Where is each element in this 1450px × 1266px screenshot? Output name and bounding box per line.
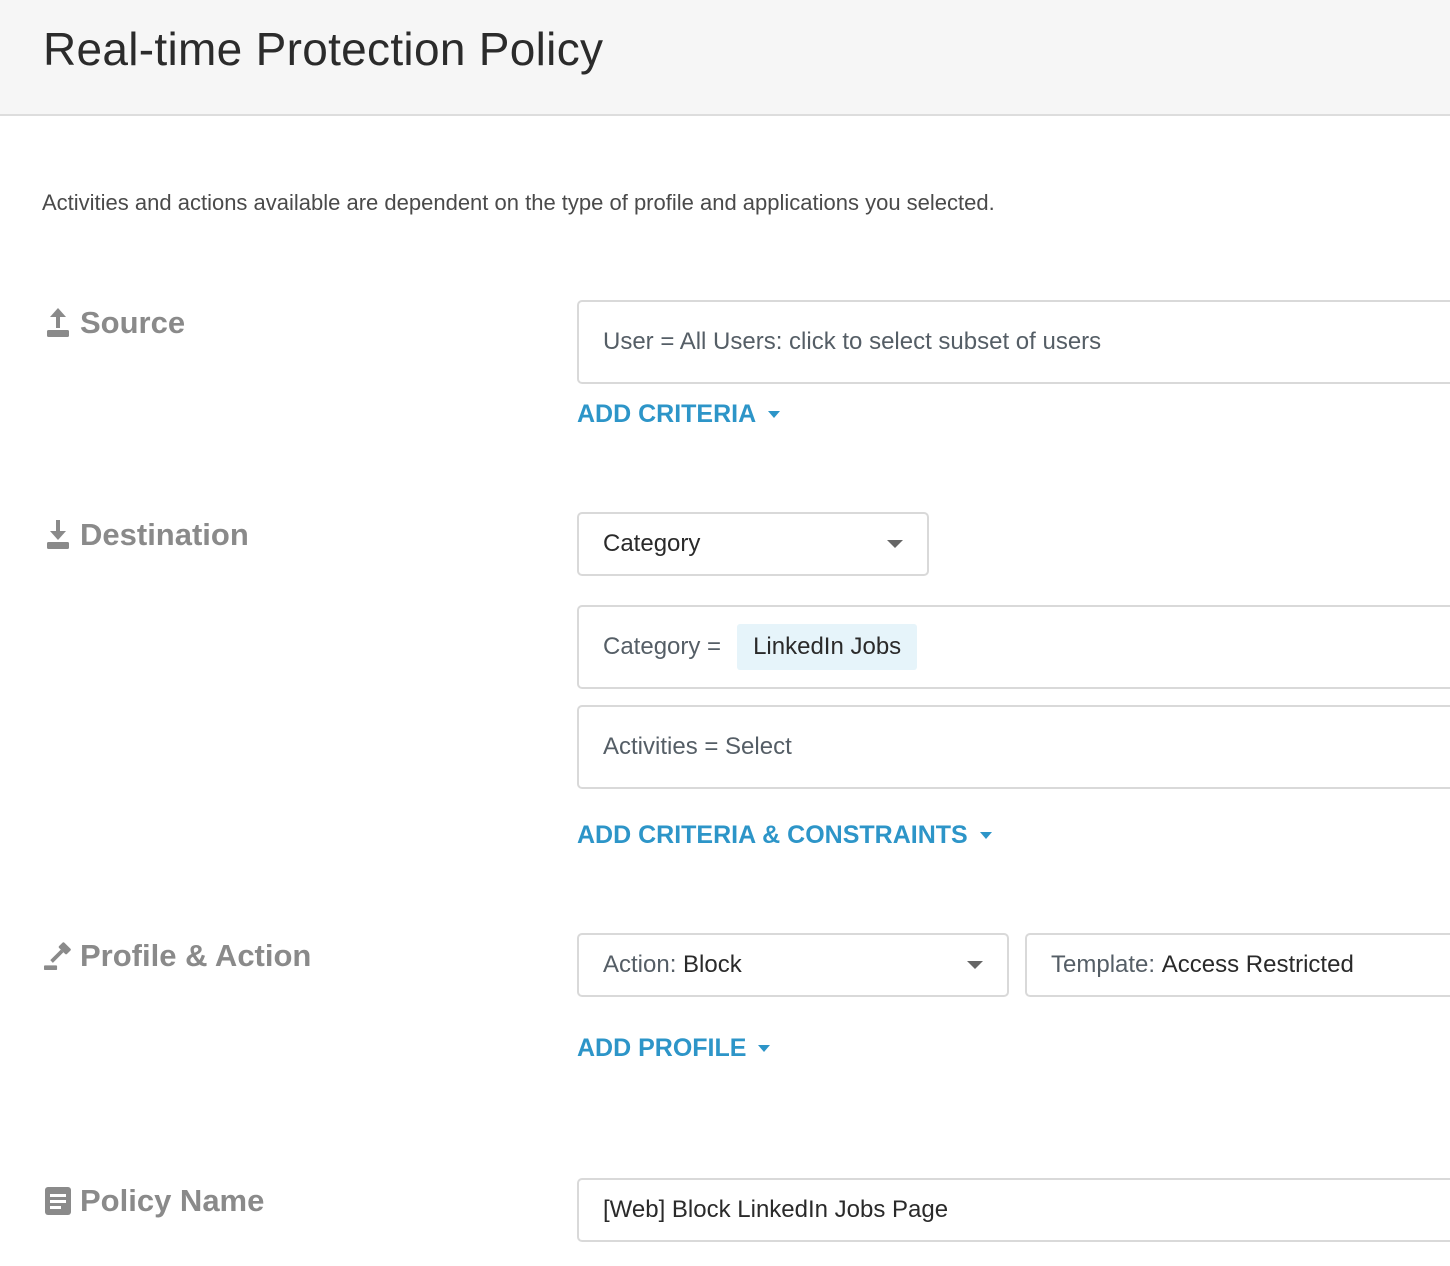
- add-criteria-constraints-label: ADD CRITERIA & CONSTRAINTS: [577, 821, 968, 849]
- category-prefix: Category =: [603, 633, 722, 660]
- add-profile-label: ADD PROFILE: [577, 1034, 747, 1062]
- destination-label-text: Destination: [80, 517, 249, 552]
- page-header: Real-time Protection Policy: [0, 0, 1450, 116]
- template-select[interactable]: Template: Access Restricted: [1025, 933, 1450, 997]
- user-selector-text: User = All Users: click to select subset…: [603, 328, 1102, 355]
- chevron-down-icon: [967, 961, 983, 969]
- source-label-text: Source: [80, 305, 186, 340]
- chevron-down-icon: [887, 540, 903, 548]
- template-prefix: Template:: [1051, 951, 1156, 978]
- gavel-icon: [44, 940, 72, 972]
- destination-label: Destination: [44, 517, 249, 553]
- profile-action-label-text: Profile & Action: [80, 938, 312, 973]
- upload-icon: [44, 307, 72, 339]
- caret-down-icon: [979, 832, 992, 839]
- activities-text: Activities = Select: [603, 733, 792, 760]
- user-selector-field[interactable]: User = All Users: click to select subset…: [577, 300, 1450, 384]
- activities-field[interactable]: Activities = Select: [577, 705, 1450, 789]
- destination-type-select[interactable]: Category: [577, 512, 929, 576]
- add-criteria-constraints-link[interactable]: ADD CRITERIA & CONSTRAINTS: [577, 821, 992, 850]
- document-icon: [44, 1185, 72, 1217]
- caret-down-icon: [768, 411, 781, 418]
- download-icon: [44, 519, 72, 551]
- intro-text: Activities and actions available are dep…: [42, 190, 995, 215]
- action-select[interactable]: Action: Block: [577, 933, 1009, 997]
- template-value: Access Restricted: [1161, 951, 1354, 978]
- add-profile-link[interactable]: ADD PROFILE: [577, 1034, 771, 1063]
- page-title: Real-time Protection Policy: [43, 23, 604, 75]
- policy-name-value: [Web] Block LinkedIn Jobs Page: [603, 1196, 949, 1223]
- destination-type-value: Category: [603, 530, 701, 557]
- caret-down-icon: [758, 1045, 771, 1052]
- action-value: Block: [683, 951, 742, 978]
- action-prefix: Action:: [603, 951, 677, 978]
- policy-name-input[interactable]: [Web] Block LinkedIn Jobs Page: [577, 1178, 1450, 1242]
- add-criteria-link[interactable]: ADD CRITERIA: [577, 400, 781, 429]
- profile-action-label: Profile & Action: [44, 938, 311, 974]
- source-label: Source: [44, 305, 185, 341]
- policy-name-label: Policy Name: [44, 1183, 264, 1219]
- add-criteria-label: ADD CRITERIA: [577, 400, 757, 428]
- policy-name-label-text: Policy Name: [80, 1183, 265, 1218]
- category-field[interactable]: Category = LinkedIn Jobs: [577, 605, 1450, 689]
- category-chip[interactable]: LinkedIn Jobs: [737, 624, 918, 670]
